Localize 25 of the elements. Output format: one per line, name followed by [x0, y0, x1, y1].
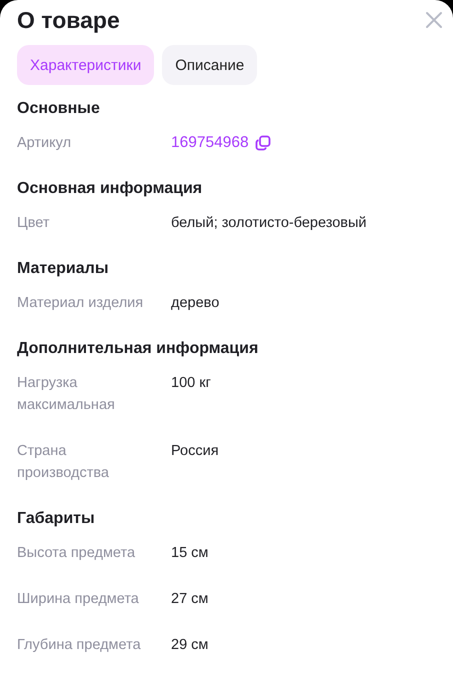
section-heading: Габариты — [17, 509, 96, 529]
property-value: дерево — [171, 294, 220, 313]
tab[interactable]: Описание — [162, 45, 258, 85]
property-value: 29 см — [171, 636, 208, 655]
section-heading: Основные — [17, 99, 101, 119]
tab[interactable]: Характеристики — [17, 45, 154, 85]
article-number: 169754968 — [171, 133, 249, 153]
property-label: Ширина предмета — [17, 590, 140, 609]
property-value: белый; золотисто-березовый — [171, 214, 367, 233]
property-value: 100 кг — [171, 374, 211, 393]
property-value: 27 см — [171, 590, 208, 609]
section-heading: Материалы — [17, 259, 110, 279]
property-label: Цвет — [17, 214, 50, 233]
property-label: Высота предмета — [17, 544, 136, 563]
section-heading: Основная информация — [17, 179, 204, 199]
property-value: 15 см — [171, 544, 208, 563]
property-value: Россия — [171, 442, 219, 461]
property-label: Нагрузка максимальная — [17, 374, 116, 415]
property-label: Материал изделия — [17, 294, 144, 313]
copy-icon[interactable] — [254, 135, 271, 151]
sheet-title: О товаре — [17, 6, 120, 35]
property-label: Артикул — [17, 134, 72, 153]
section-heading: Дополнительная информация — [17, 339, 260, 359]
property-label: Глубина предмета — [17, 636, 142, 655]
property-label: Страна производства — [17, 442, 110, 483]
